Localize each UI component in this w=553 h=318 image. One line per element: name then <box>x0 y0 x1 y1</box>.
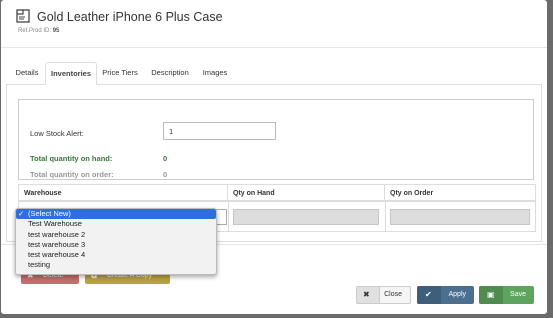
tab-description[interactable]: Description <box>147 62 193 83</box>
ref-prod-id: Ref.Prod ID: 95 <box>18 28 59 34</box>
package-icon <box>16 9 30 23</box>
qty-on-hand-input[interactable] <box>233 209 379 225</box>
close-icon: ✖ <box>363 290 370 299</box>
save-button[interactable]: ▣ Save <box>479 286 534 304</box>
tab-images[interactable]: Images <box>198 62 232 83</box>
apply-label: Apply <box>448 291 466 298</box>
close-button[interactable]: ✖ Close <box>356 286 411 304</box>
tab-inventories[interactable]: Inventories <box>45 62 97 85</box>
checkmark-icon: ✓ <box>18 209 25 218</box>
product-modal: Gold Leather iPhone 6 Plus Case Ref.Prod… <box>1 0 547 314</box>
dropdown-option[interactable]: testing <box>16 260 216 270</box>
on-order-value: 0 <box>163 170 168 179</box>
header-divider <box>1 47 547 48</box>
close-label: Close <box>384 291 402 298</box>
save-label: Save <box>510 291 526 298</box>
ref-prod-value: 95 <box>52 28 60 34</box>
dropdown-option[interactable]: Test Warehouse <box>16 219 216 229</box>
dropdown-option[interactable]: test warehouse 3 <box>16 240 216 250</box>
save-icon: ▣ <box>487 290 495 299</box>
tab-details[interactable]: Details <box>10 62 44 83</box>
on-hand-value: 0 <box>163 154 168 163</box>
inventory-summary: Low Stock Alert: Total quantity on hand:… <box>18 99 534 180</box>
on-order-label: Total quantity on order: <box>30 170 114 179</box>
low-stock-label: Low Stock Alert: <box>30 129 84 138</box>
on-hand-label: Total quantity on hand: <box>30 154 113 163</box>
check-icon: ✔ <box>425 290 432 299</box>
option-label: (Select New) <box>28 209 71 218</box>
ref-prod-label: Ref.Prod ID: <box>18 28 52 34</box>
col-qty-on-hand: Qty on Hand <box>228 185 385 202</box>
dropdown-option[interactable]: test warehouse 4 <box>16 250 216 260</box>
col-qty-on-order: Qty on Order <box>385 185 535 202</box>
page-title: Gold Leather iPhone 6 Plus Case <box>37 10 223 24</box>
column-divider <box>385 202 386 231</box>
tab-bar: Details Inventories Price Tiers Descript… <box>6 62 542 85</box>
qty-on-order-input[interactable] <box>390 209 530 225</box>
column-divider <box>228 202 229 231</box>
col-warehouse: Warehouse <box>19 185 228 202</box>
tab-price-tiers[interactable]: Price Tiers <box>99 62 141 83</box>
apply-button[interactable]: ✔ Apply <box>417 286 474 304</box>
warehouse-dropdown-menu[interactable]: ✓ (Select New) Test Warehouse test wareho… <box>15 208 217 275</box>
dropdown-option[interactable]: test warehouse 2 <box>16 230 216 240</box>
low-stock-input[interactable] <box>163 122 276 140</box>
modal-header: Gold Leather iPhone 6 Plus Case Ref.Prod… <box>1 0 547 48</box>
dropdown-option-select-new[interactable]: ✓ (Select New) <box>16 209 216 220</box>
